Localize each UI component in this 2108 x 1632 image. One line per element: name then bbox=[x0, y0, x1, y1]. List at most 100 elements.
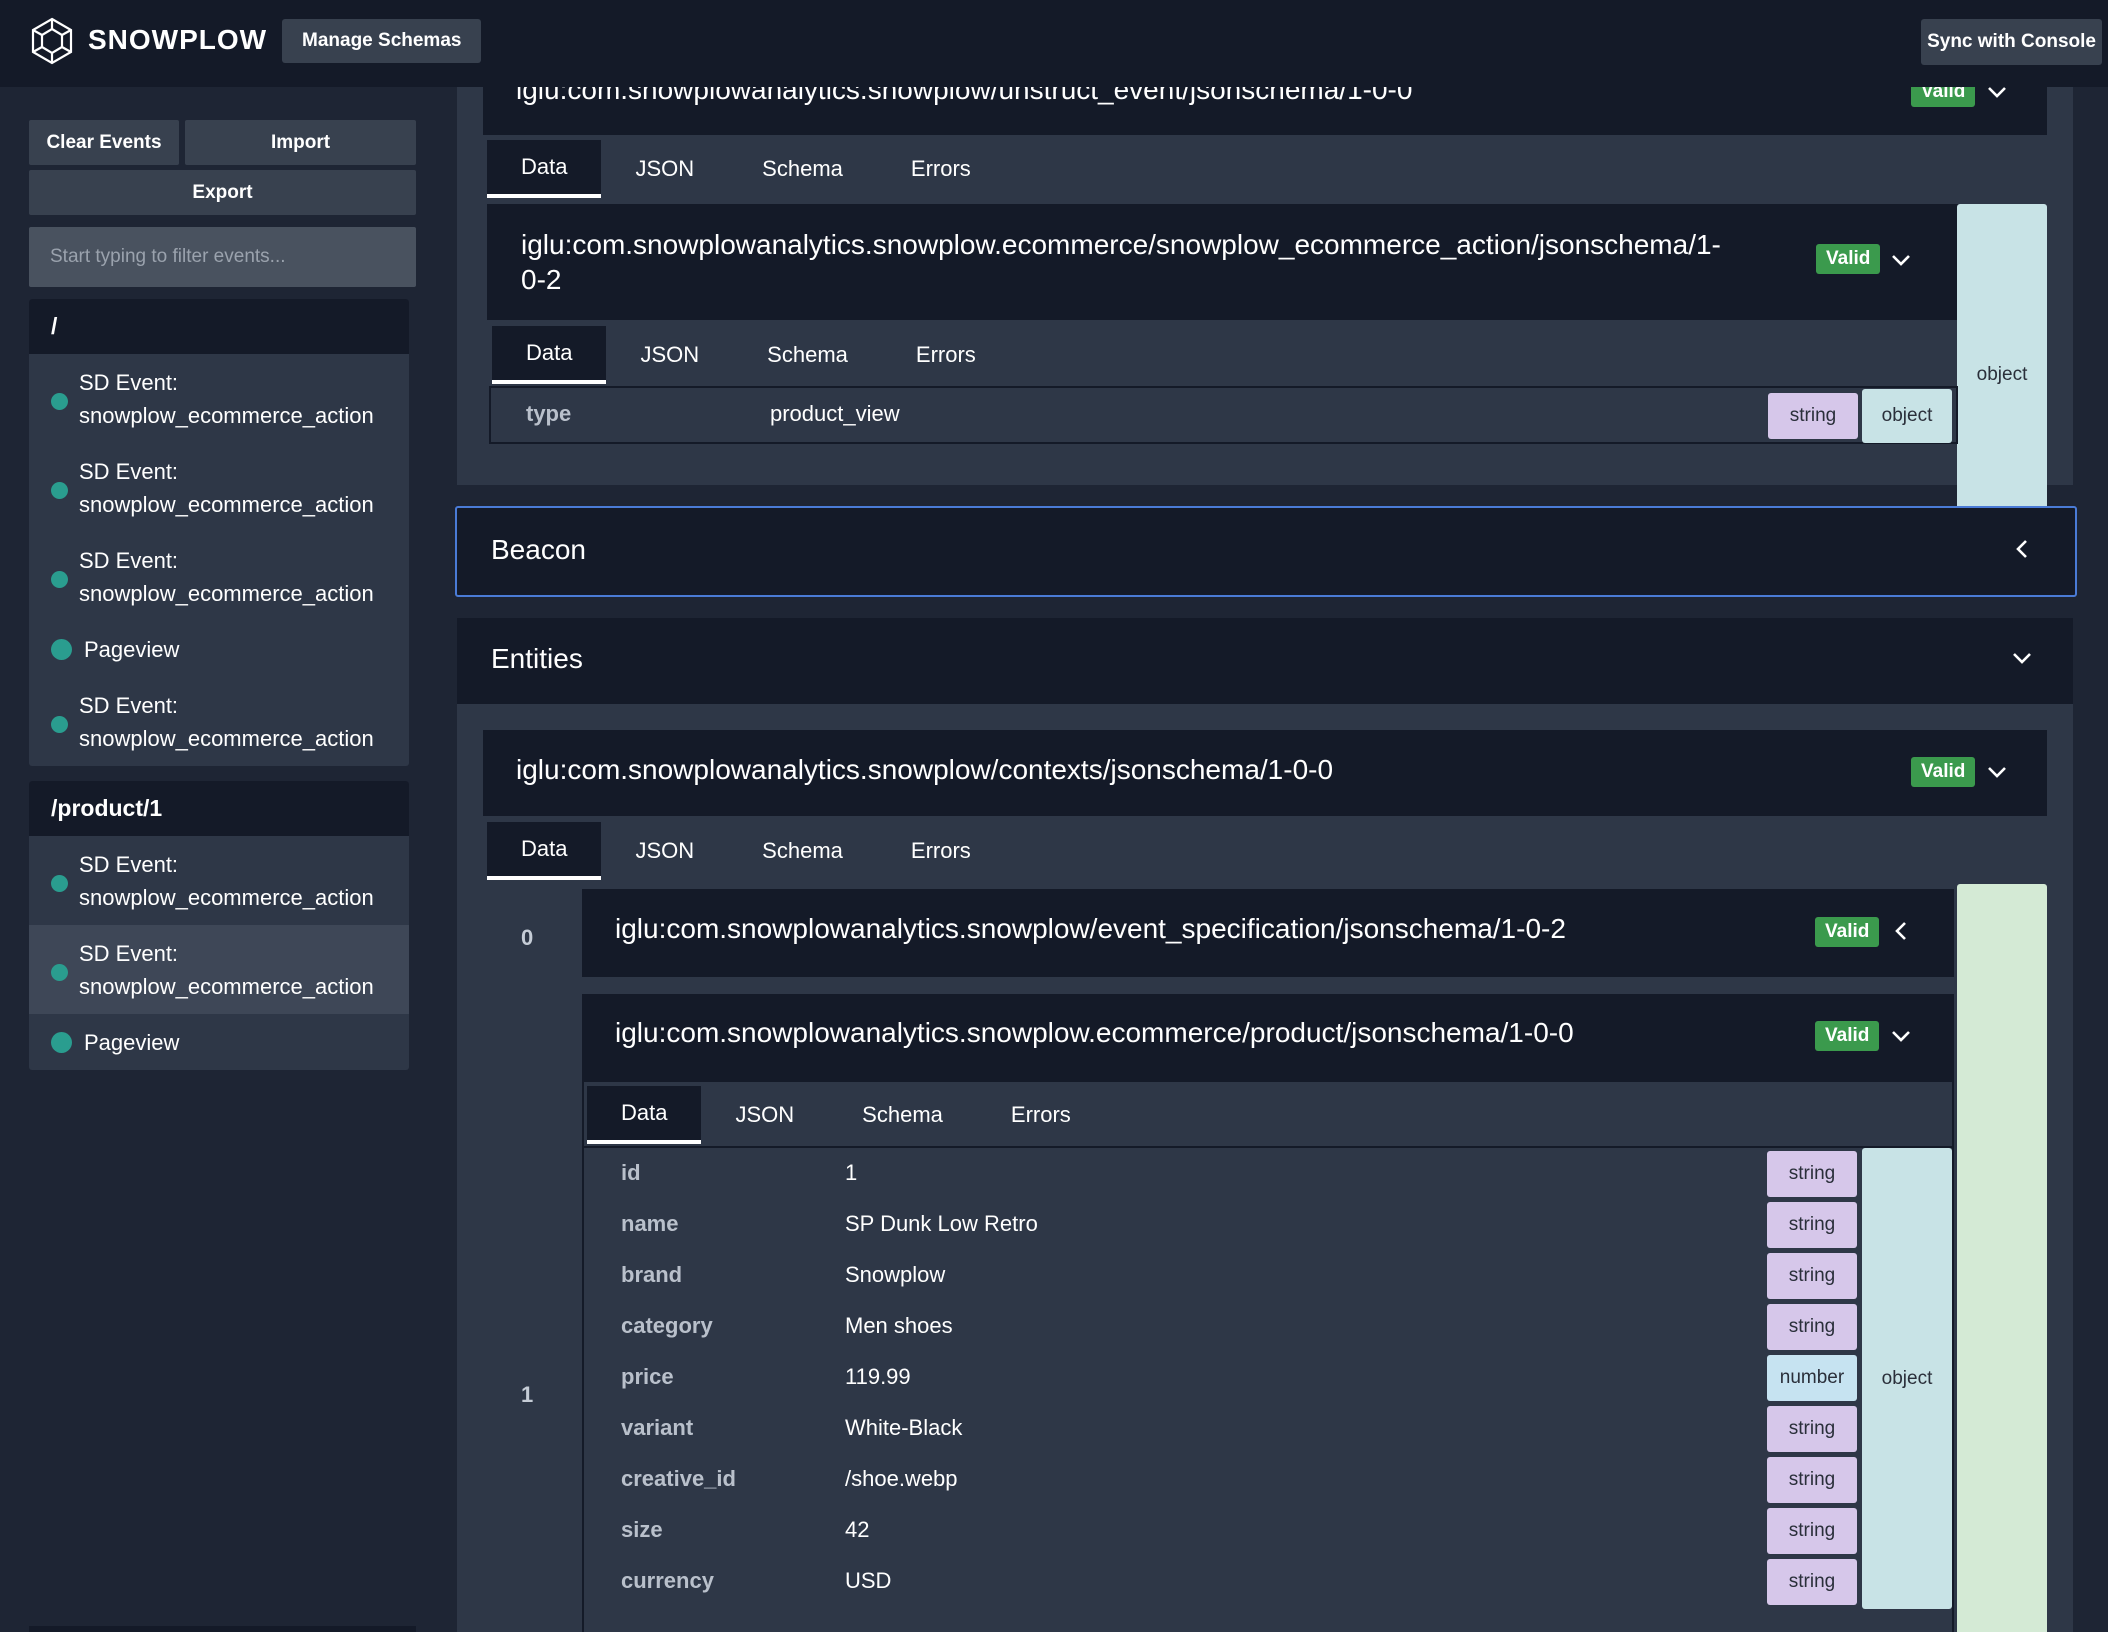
string-type-badge: string bbox=[1767, 1457, 1857, 1503]
valid-badge: Valid bbox=[1815, 1021, 1880, 1051]
field-key: brand bbox=[621, 1262, 683, 1287]
chevron-down-icon[interactable] bbox=[1986, 87, 2008, 103]
tab-schema[interactable]: Schema bbox=[728, 140, 877, 198]
export-button[interactable]: Export bbox=[29, 170, 416, 215]
manage-schemas-button[interactable]: Manage Schemas bbox=[282, 19, 482, 63]
sidebar-footer bbox=[29, 1626, 416, 1632]
entities-title: Entities bbox=[491, 643, 583, 674]
array-index: 0 bbox=[521, 925, 534, 950]
clear-events-button[interactable]: Clear Events bbox=[29, 120, 179, 165]
import-button[interactable]: Import bbox=[185, 120, 416, 165]
event-label: SD Event: bbox=[79, 851, 179, 877]
sidebar: Clear Events Import Export / SD Event: sn… bbox=[0, 87, 443, 1632]
chevron-down-icon[interactable] bbox=[1986, 761, 2008, 783]
field-value: product_view bbox=[770, 401, 900, 426]
event-label: snowplow_ecommerce_action bbox=[79, 580, 374, 606]
contexts-uri: iglu:com.snowplowanalytics.snowplow/cont… bbox=[516, 754, 1334, 785]
group-path: / bbox=[29, 299, 409, 354]
status-dot-icon bbox=[51, 1032, 72, 1053]
array-type-strip bbox=[1957, 884, 2047, 1632]
tab-data[interactable]: Data bbox=[587, 1086, 702, 1144]
field-key: name bbox=[621, 1211, 679, 1236]
string-type-badge: string bbox=[1767, 1253, 1857, 1299]
event-label: SD Event: bbox=[79, 692, 179, 718]
tab-errors[interactable]: Errors bbox=[877, 140, 1005, 198]
tab-json[interactable]: JSON bbox=[701, 1086, 828, 1144]
event-group: / SD Event: snowplow_ecommerce_action SD … bbox=[29, 299, 409, 766]
array-index: 1 bbox=[521, 1382, 534, 1407]
tab-json[interactable]: JSON bbox=[601, 140, 728, 198]
uri-line: 0-2 bbox=[521, 264, 562, 295]
event-label: SD Event: bbox=[79, 547, 179, 573]
event-item[interactable]: SD Event: snowplow_ecommerce_action bbox=[29, 677, 409, 766]
ecommerce-action-uri: iglu:com.snowplowanalytics.snowplow.ecom… bbox=[521, 227, 1721, 297]
status-dot-icon bbox=[51, 639, 72, 660]
status-dot-icon bbox=[51, 963, 68, 981]
field-key: size bbox=[621, 1517, 663, 1542]
event-detail: iglu:com.snowplowanalytics.snowplow/unst… bbox=[443, 87, 2108, 1632]
tab-schema[interactable]: Schema bbox=[828, 1086, 977, 1144]
brand-name: SNOWPLOW bbox=[88, 24, 268, 55]
field-key: creative_id bbox=[621, 1466, 736, 1491]
sync-console-button[interactable]: Sync with Console bbox=[1921, 19, 2102, 65]
string-type-badge: string bbox=[1768, 393, 1858, 439]
chevron-left-icon[interactable] bbox=[1890, 920, 1912, 942]
divider bbox=[584, 1146, 1952, 1148]
top-bar: SNOWPLOW Manage Schemas Sync with Consol… bbox=[0, 0, 2108, 87]
event-item[interactable]: SD Event: snowplow_ecommerce_action bbox=[29, 532, 409, 621]
event-filter-input[interactable] bbox=[29, 227, 416, 287]
chevron-down-icon[interactable] bbox=[1890, 1025, 1912, 1047]
string-type-badge: string bbox=[1767, 1202, 1857, 1248]
chevron-left-icon[interactable] bbox=[2011, 538, 2033, 560]
product-tabs: Data JSON Schema Errors bbox=[587, 1086, 1105, 1144]
tab-errors[interactable]: Errors bbox=[882, 326, 1010, 384]
field-value: /shoe.webp bbox=[845, 1466, 958, 1491]
table-row bbox=[489, 386, 1958, 444]
tab-schema[interactable]: Schema bbox=[733, 326, 882, 384]
beacon-section[interactable] bbox=[455, 506, 2077, 597]
number-type-badge: number bbox=[1767, 1355, 1857, 1401]
field-key: variant bbox=[621, 1415, 694, 1440]
tab-json[interactable]: JSON bbox=[606, 326, 733, 384]
tab-data[interactable]: Data bbox=[492, 326, 607, 384]
object-type-badge: object bbox=[1862, 389, 1952, 443]
tab-json[interactable]: JSON bbox=[601, 822, 728, 880]
entity-uri: iglu:com.snowplowanalytics.snowplow.ecom… bbox=[615, 1017, 1574, 1048]
event-item-selected[interactable]: SD Event: snowplow_ecommerce_action bbox=[29, 925, 409, 1014]
tab-errors[interactable]: Errors bbox=[877, 822, 1005, 880]
tab-schema[interactable]: Schema bbox=[728, 822, 877, 880]
field-value: 1 bbox=[845, 1160, 858, 1185]
event-item[interactable]: SD Event: snowplow_ecommerce_action bbox=[29, 443, 409, 532]
tab-data[interactable]: Data bbox=[487, 822, 602, 880]
event-item[interactable]: Pageview bbox=[29, 621, 409, 677]
valid-badge: Valid bbox=[1816, 244, 1881, 274]
event-label: SD Event: bbox=[79, 940, 179, 966]
tab-data[interactable]: Data bbox=[487, 140, 602, 198]
chevron-down-icon[interactable] bbox=[2011, 647, 2033, 669]
object-type-badge: object bbox=[1957, 204, 2047, 546]
tab-errors[interactable]: Errors bbox=[977, 1086, 1105, 1144]
status-dot-icon bbox=[51, 392, 68, 410]
field-value: 119.99 bbox=[845, 1364, 911, 1389]
valid-badge: Valid bbox=[1911, 757, 1976, 787]
string-type-badge: string bbox=[1767, 1508, 1857, 1554]
field-value: White-Black bbox=[845, 1415, 963, 1440]
field-value: Snowplow bbox=[845, 1262, 946, 1287]
status-dot-icon bbox=[51, 874, 68, 892]
field-key: currency bbox=[621, 1568, 714, 1593]
uri-line: iglu:com.snowplowanalytics.snowplow.ecom… bbox=[521, 229, 1721, 260]
event-item[interactable]: SD Event: snowplow_ecommerce_action bbox=[29, 836, 409, 925]
entities-header[interactable] bbox=[457, 618, 2073, 704]
unstruct-tabs: Data JSON Schema Errors bbox=[487, 140, 1005, 198]
event-item[interactable]: SD Event: snowplow_ecommerce_action bbox=[29, 354, 409, 443]
event-item[interactable]: Pageview bbox=[29, 1014, 409, 1070]
unstruct-uri: iglu:com.snowplowanalytics.snowplow/unst… bbox=[516, 87, 1413, 105]
field-key: price bbox=[621, 1364, 674, 1389]
field-value: USD bbox=[845, 1568, 892, 1593]
event-label: Pageview bbox=[84, 1029, 180, 1055]
field-value: 42 bbox=[845, 1517, 870, 1542]
chevron-down-icon[interactable] bbox=[1890, 249, 1912, 271]
snowplow-logo-icon bbox=[31, 17, 73, 65]
event-label: Pageview bbox=[84, 636, 180, 662]
valid-badge: Valid bbox=[1815, 917, 1880, 947]
